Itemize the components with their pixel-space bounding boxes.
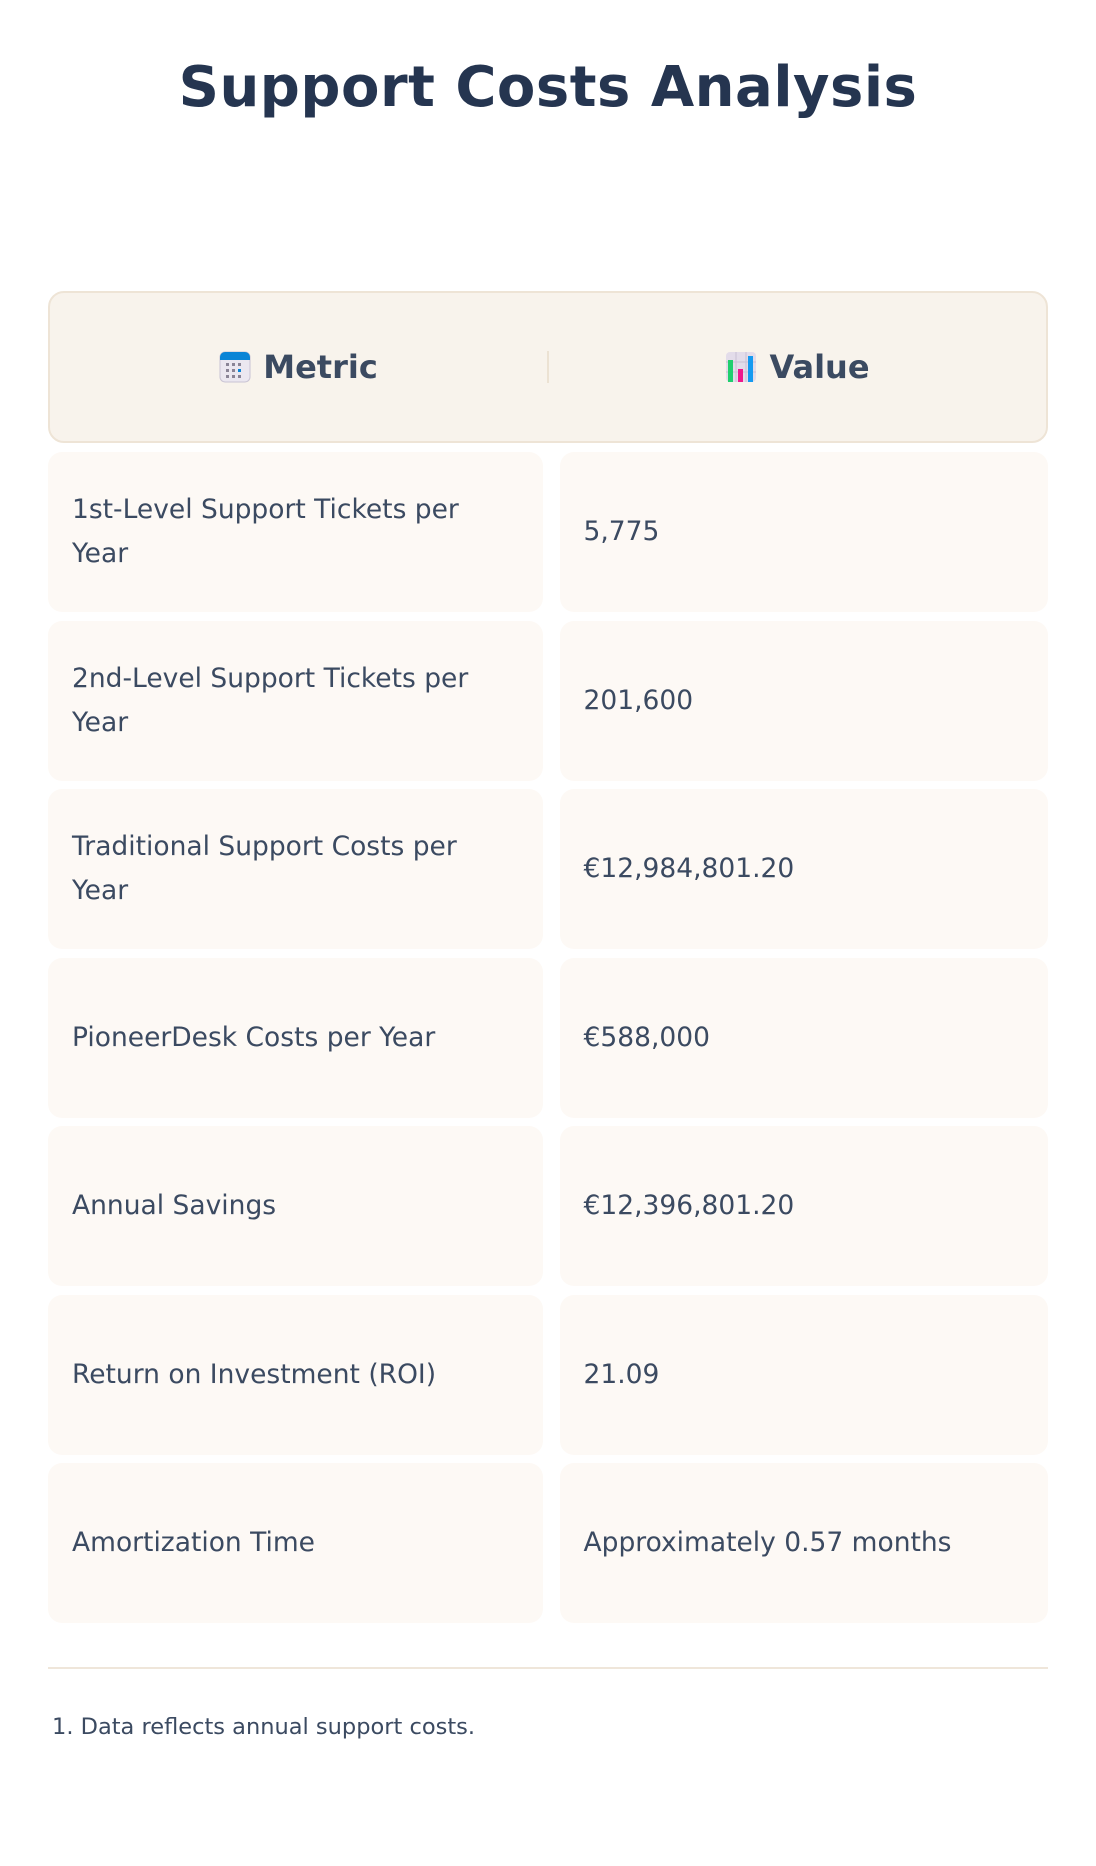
table-header: Metric Value — [48, 291, 1048, 443]
bar-chart-icon — [725, 351, 757, 383]
metric-cell: Annual Savings — [48, 1126, 543, 1286]
table-row: Traditional Support Costs per Year €12,9… — [48, 789, 1048, 949]
header-metric-label: Metric — [263, 348, 378, 386]
header-value-label: Value — [769, 348, 870, 386]
metric-cell: 2nd-Level Support Tickets per Year — [48, 620, 543, 781]
page: Support Costs Analysis Metric Value 1st-… — [0, 0, 1096, 1866]
value-cell: €588,000 — [559, 957, 1048, 1118]
value-cell: €12,396,801.20 — [559, 1126, 1048, 1286]
value-cell: Approximately 0.57 months — [559, 1463, 1048, 1623]
metric-cell: 1st-Level Support Tickets per Year — [48, 452, 543, 612]
metric-cell: Amortization Time — [48, 1463, 543, 1623]
page-title: Support Costs Analysis — [178, 55, 918, 120]
table-row: Annual Savings €12,396,801.20 — [48, 1126, 1048, 1286]
footnote: 1. Data reflects annual support costs. — [52, 1714, 476, 1740]
value-cell: 201,600 — [559, 620, 1048, 781]
table-row: Amortization Time Approximately 0.57 mon… — [48, 1463, 1048, 1623]
footer-divider — [48, 1667, 1048, 1669]
header-metric: Metric — [50, 293, 547, 441]
metric-cell: Traditional Support Costs per Year — [48, 789, 543, 949]
metric-cell: PioneerDesk Costs per Year — [48, 957, 543, 1118]
value-cell: 21.09 — [559, 1294, 1048, 1455]
table-row: 2nd-Level Support Tickets per Year 201,6… — [48, 620, 1048, 781]
header-value: Value — [549, 293, 1046, 441]
calendar-icon — [219, 351, 251, 383]
table-row: 1st-Level Support Tickets per Year 5,775 — [48, 452, 1048, 612]
table-row: PioneerDesk Costs per Year €588,000 — [48, 957, 1048, 1118]
value-cell: €12,984,801.20 — [559, 789, 1048, 949]
table-row: Return on Investment (ROI) 21.09 — [48, 1294, 1048, 1455]
value-cell: 5,775 — [559, 452, 1048, 612]
table-body: 1st-Level Support Tickets per Year 5,775… — [48, 452, 1048, 1632]
metric-cell: Return on Investment (ROI) — [48, 1294, 543, 1455]
